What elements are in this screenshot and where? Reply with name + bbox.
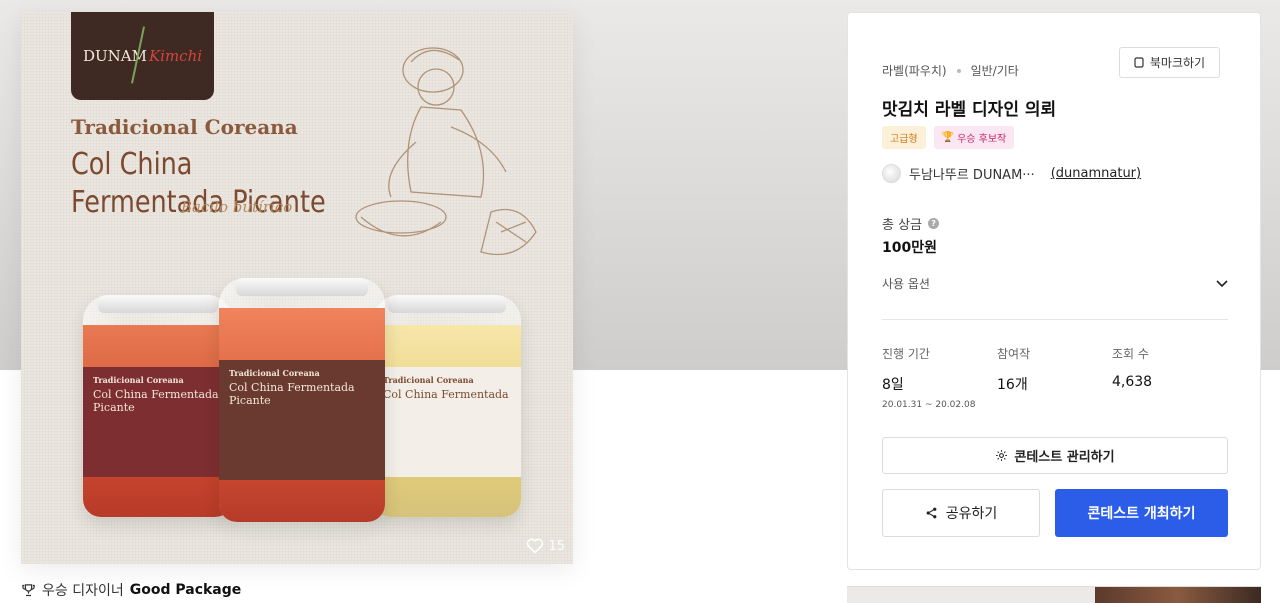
badge-row: 고급형 🏆 우승 후보작 <box>882 126 1015 149</box>
host-contest-label: 콘테스트 개최하기 <box>1087 506 1196 522</box>
jar-label-subtitle: Tradicional Coreana <box>383 375 474 385</box>
subcategory-label[interactable]: 일반/기타 <box>971 62 1019 79</box>
category-label[interactable]: 라벨(파우치) <box>882 62 947 79</box>
manage-contest-label: 콘테스트 관리하기 <box>1014 450 1115 465</box>
kimchi-jar-left: Tradicional Coreana Col China Fermentada … <box>83 295 233 517</box>
author-name: 두남나뚜르 DUNAM··· <box>909 168 1035 183</box>
stat-entries: 참여작 16개 <box>997 345 1112 410</box>
host-author[interactable]: 두남나뚜르 DUNAM··· (dunamnatur) <box>882 164 1141 183</box>
winner-designer-label: 우승 디자이너 <box>42 583 124 599</box>
winner-designer-caption: 우승 디자이너 Good Package <box>21 580 241 600</box>
chevron-down-icon <box>1216 279 1228 287</box>
total-prize-text: 총 상금 <box>882 218 923 233</box>
like-count: 15 <box>548 538 565 554</box>
next-card-thumbnail <box>1095 587 1261 603</box>
trophy-icon: 🏆 <box>941 132 955 143</box>
stat-period-value: 8일 <box>882 377 904 393</box>
bookmark-label: 북마크하기 <box>1149 56 1206 70</box>
share-label: 공유하기 <box>945 506 998 522</box>
brand-logo-accent: Kimchi <box>148 47 203 65</box>
jar-label-title: Col China Fermentada Picante <box>93 388 219 414</box>
total-prize-label: 총 상금 ? <box>882 214 940 233</box>
share-button[interactable]: 공유하기 <box>882 489 1040 537</box>
jar-label-subtitle: Tradicional Coreana <box>93 375 184 385</box>
manage-contest-button[interactable]: 콘테스트 관리하기 <box>882 437 1228 474</box>
winner-badge-label: 우승 후보작 <box>957 134 1007 145</box>
heart-icon <box>527 538 544 554</box>
stat-entries-label: 참여작 <box>997 347 1031 361</box>
kimchi-jar-center: Tradicional Coreana Col China Fermentada … <box>219 278 385 522</box>
total-prize-value: 100만원 <box>882 240 937 256</box>
winner-candidate-badge: 🏆 우승 후보작 <box>933 126 1015 149</box>
winner-designer-name[interactable]: Good Package <box>130 582 242 598</box>
host-contest-button[interactable]: 콘테스트 개최하기 <box>1055 489 1228 537</box>
trophy-icon <box>22 583 35 596</box>
jar-label-title: Col China Fermentada Picante <box>229 381 355 407</box>
separator-dot <box>956 68 961 73</box>
stat-views-value: 4,638 <box>1112 374 1153 390</box>
contest-info-card: 라벨(파우치) 일반/기타 북마크하기 맛김치 라벨 디자인 의뢰 고급형 🏆 … <box>847 12 1261 570</box>
like-counter[interactable]: 15 <box>526 538 565 554</box>
grandmother-sketch-illustration <box>355 47 537 256</box>
contest-stats: 진행 기간 8일 20.01.31 ~ 20.02.08 참여작 16개 조회 … <box>882 345 1228 410</box>
hero-headline-1: Tradicional Coreana <box>71 115 298 139</box>
stat-period-range: 20.01.31 ~ 20.02.08 <box>882 400 976 410</box>
stat-period: 진행 기간 8일 20.01.31 ~ 20.02.08 <box>882 345 997 410</box>
kimchi-jar-right: Tradicional Coreana Col China Fermentada <box>373 295 521 517</box>
category-breadcrumb: 라벨(파우치) 일반/기타 <box>882 62 1019 79</box>
share-icon <box>926 507 937 519</box>
contest-hero-image[interactable]: DUNAM Kimchi Tradicional Coreana Col Chin… <box>21 12 573 564</box>
bookmark-icon <box>1134 57 1144 68</box>
author-handle[interactable]: (dunamnatur) <box>1051 166 1141 181</box>
stat-views: 조회 수 4,638 <box>1112 345 1227 410</box>
stat-period-label: 진행 기간 <box>882 347 930 361</box>
gear-icon <box>996 450 1008 461</box>
divider <box>882 319 1228 320</box>
jar-label-subtitle: Tradicional Coreana <box>229 368 320 378</box>
stat-entries-value: 16개 <box>997 377 1028 393</box>
bookmark-button[interactable]: 북마크하기 <box>1119 47 1220 78</box>
stat-views-label: 조회 수 <box>1112 347 1149 361</box>
contest-title: 맛김치 라벨 디자인 의뢰 <box>882 100 1057 120</box>
brand-logo: DUNAM Kimchi <box>71 12 214 100</box>
help-icon[interactable]: ? <box>928 218 940 229</box>
jar-label-title: Col China Fermentada <box>383 388 509 401</box>
avatar <box>882 164 901 183</box>
premium-badge: 고급형 <box>882 126 926 149</box>
premium-badge-label: 고급형 <box>890 134 918 145</box>
hero-headline-3: Bacilo butírico <box>181 198 293 216</box>
next-content-card <box>847 586 1261 603</box>
usage-options-dropdown[interactable]: 사용 옵션 <box>882 275 1228 292</box>
usage-options-label: 사용 옵션 <box>882 277 930 291</box>
